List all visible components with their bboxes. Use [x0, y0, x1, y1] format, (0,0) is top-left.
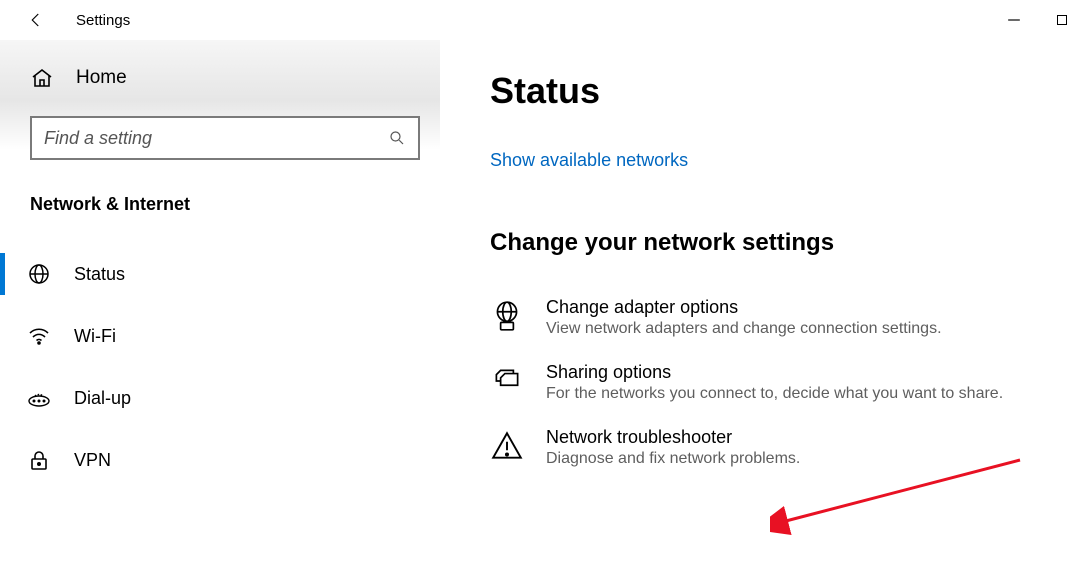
sidebar-nav: Status Wi-Fi Dial-up VPN	[0, 243, 440, 491]
sidebar-item-label: Status	[74, 264, 125, 285]
sidebar-item-label: VPN	[74, 450, 111, 471]
wifi-icon	[26, 323, 52, 349]
options-list: Change adapter options View network adap…	[490, 285, 1080, 480]
dialup-icon	[26, 385, 52, 411]
window-controls	[1004, 0, 1072, 40]
back-icon[interactable]	[24, 8, 48, 32]
sharing-icon	[490, 364, 524, 398]
option-change-adapter[interactable]: Change adapter options View network adap…	[490, 285, 1080, 350]
page-title: Status	[490, 70, 1080, 112]
sidebar-item-label: Wi-Fi	[74, 326, 116, 347]
minimize-icon[interactable]	[1004, 10, 1024, 30]
sidebar-item-vpn[interactable]: VPN	[0, 429, 440, 491]
sidebar-category: Network & Internet	[0, 160, 440, 225]
home-icon	[30, 66, 54, 90]
sidebar-item-label: Dial-up	[74, 388, 131, 409]
search-icon	[388, 129, 406, 147]
option-desc: View network adapters and change connect…	[546, 320, 942, 338]
option-title: Network troubleshooter	[546, 427, 800, 448]
sidebar-home[interactable]: Home	[0, 40, 440, 116]
home-label: Home	[76, 67, 127, 89]
option-text: Change adapter options View network adap…	[546, 297, 942, 338]
vpn-icon	[26, 447, 52, 473]
option-sharing[interactable]: Sharing options For the networks you con…	[490, 350, 1080, 415]
adapter-icon	[490, 299, 524, 333]
sidebar-item-status[interactable]: Status	[0, 243, 440, 305]
option-text: Network troubleshooter Diagnose and fix …	[546, 427, 800, 468]
link-show-available-networks[interactable]: Show available networks	[490, 150, 688, 171]
option-title: Sharing options	[546, 362, 1003, 383]
option-text: Sharing options For the networks you con…	[546, 362, 1003, 403]
window-title: Settings	[76, 12, 130, 29]
sidebar-item-dialup[interactable]: Dial-up	[0, 367, 440, 429]
search-row	[0, 116, 440, 160]
warning-triangle-icon	[490, 429, 524, 463]
sidebar-item-wifi[interactable]: Wi-Fi	[0, 305, 440, 367]
option-desc: Diagnose and fix network problems.	[546, 450, 800, 468]
content: Status Show available networks Change yo…	[490, 40, 1080, 561]
option-title: Change adapter options	[546, 297, 942, 318]
option-troubleshooter[interactable]: Network troubleshooter Diagnose and fix …	[490, 415, 1080, 480]
search-input[interactable]	[44, 128, 388, 149]
option-desc: For the networks you connect to, decide …	[546, 385, 1003, 403]
section-title: Change your network settings	[490, 229, 1080, 257]
maximize-icon[interactable]	[1052, 10, 1072, 30]
sidebar: Home Network & Internet Status Wi-Fi	[0, 40, 440, 561]
search-box[interactable]	[30, 116, 420, 160]
globe-icon	[26, 261, 52, 287]
titlebar: Settings	[0, 0, 1080, 40]
